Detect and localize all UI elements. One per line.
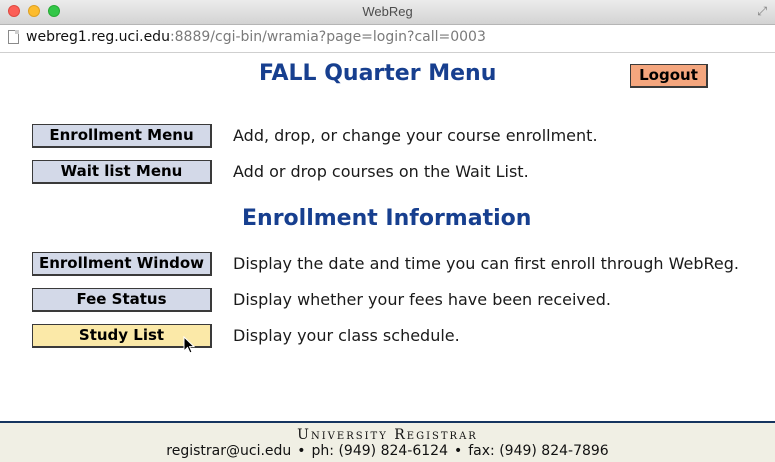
footer-bullet: • bbox=[297, 443, 306, 459]
window-titlebar: WebReg ⤢ bbox=[0, 0, 775, 25]
window-title: WebReg bbox=[362, 4, 413, 19]
page-icon bbox=[8, 30, 19, 44]
footer: University Registrar registrar@uci.edu • p… bbox=[0, 421, 775, 462]
fee-status-button[interactable]: Fee Status bbox=[32, 288, 212, 312]
footer-fax: fax: (949) 824-7896 bbox=[468, 443, 609, 459]
fee-status-description: Display whether your fees have been rece… bbox=[233, 290, 611, 309]
study-list-description: Display your class schedule. bbox=[233, 326, 460, 345]
page-title: FALL Quarter Menu bbox=[259, 61, 497, 86]
enrollment-menu-button[interactable]: Enrollment Menu bbox=[32, 124, 212, 148]
url-text[interactable]: webreg1.reg.uci.edu:8889/cgi-bin/wramia?… bbox=[26, 29, 486, 45]
wait-list-menu-description: Add or drop courses on the Wait List. bbox=[233, 162, 529, 181]
url-path: :8889/cgi-bin/wramia?page=login?call=000… bbox=[169, 29, 486, 45]
section-title-enrollment-info: Enrollment Information bbox=[242, 206, 532, 231]
footer-bullet: • bbox=[453, 443, 463, 459]
fullscreen-icon[interactable]: ⤢ bbox=[757, 4, 767, 19]
footer-org-name: University Registrar bbox=[297, 427, 478, 443]
logout-button[interactable]: Logout bbox=[630, 64, 708, 88]
enrollment-menu-description: Add, drop, or change your course enrollm… bbox=[233, 126, 598, 145]
enrollment-window-description: Display the date and time you can first … bbox=[233, 254, 739, 273]
url-host: webreg1.reg.uci.edu bbox=[26, 29, 170, 45]
address-bar[interactable]: webreg1.reg.uci.edu:8889/cgi-bin/wramia?… bbox=[0, 25, 775, 53]
footer-phone: ph: (949) 824-6124 bbox=[311, 443, 448, 459]
wait-list-menu-button[interactable]: Wait list Menu bbox=[32, 160, 212, 184]
footer-email-link[interactable]: registrar@uci.edu bbox=[166, 443, 291, 459]
mouse-pointer-icon bbox=[183, 336, 195, 354]
footer-contact: registrar@uci.edu • ph: (949) 824-6124 • fax… bbox=[0, 443, 775, 459]
enrollment-window-button[interactable]: Enrollment Window bbox=[32, 252, 212, 276]
